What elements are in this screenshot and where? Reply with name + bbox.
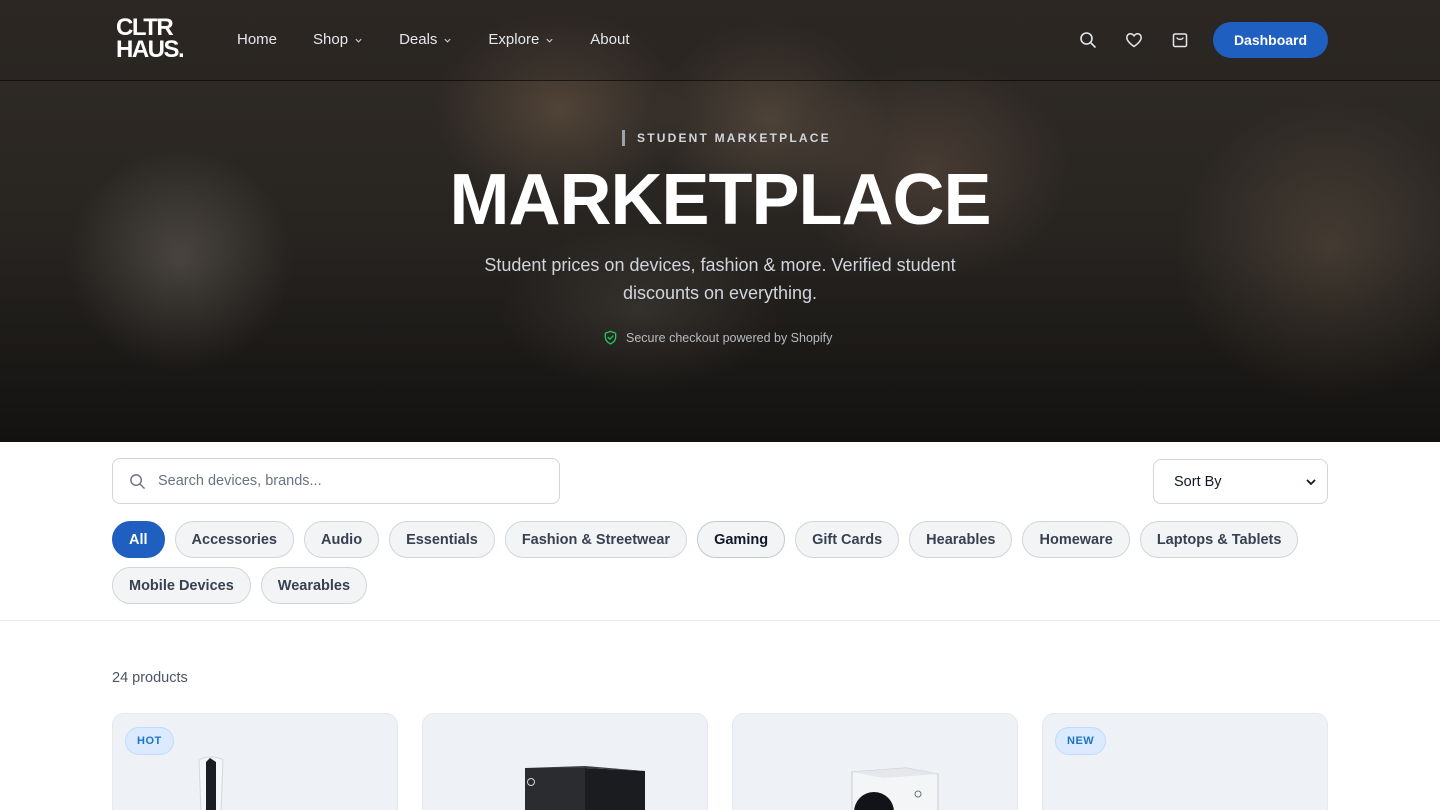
nav-link-home[interactable]: Home xyxy=(237,30,277,50)
nav-icon-group xyxy=(1078,30,1216,50)
category-chip-laptops-tablets[interactable]: Laptops & Tablets xyxy=(1139,521,1299,558)
nav-links: Home Shop Deals Explore About xyxy=(237,30,665,50)
category-chip-accessories[interactable]: Accessories xyxy=(174,521,294,558)
eyebrow-text: STUDENT MARKETPLACE xyxy=(637,131,831,145)
category-chip-all[interactable]: All xyxy=(112,521,165,558)
search-icon xyxy=(130,473,145,489)
eyebrow-accent-bar xyxy=(622,130,625,146)
nav-link-shop[interactable]: Shop xyxy=(313,30,363,50)
product-badge-new: NEW xyxy=(1055,727,1107,755)
chevron-down-icon xyxy=(1306,479,1316,485)
product-card[interactable]: NEW xyxy=(1042,713,1328,810)
product-card[interactable]: HOT xyxy=(112,713,398,810)
search-box[interactable] xyxy=(112,458,560,504)
nav-link-about[interactable]: About xyxy=(590,30,629,50)
nav-link-deals[interactable]: Deals xyxy=(399,30,452,50)
shield-check-icon xyxy=(604,330,617,345)
site-logo[interactable]: CLTR HAUS. xyxy=(116,16,200,63)
page-title: MARKETPLACE xyxy=(449,160,992,240)
hero-subtitle: Student prices on devices, fashion & mor… xyxy=(484,255,956,303)
secure-checkout-text: Secure checkout powered by Shopify xyxy=(626,330,833,345)
category-chip-gift-cards[interactable]: Gift Cards xyxy=(795,521,900,558)
category-chip-homeware[interactable]: Homeware xyxy=(1022,521,1130,558)
product-badge-hot: HOT xyxy=(125,727,174,755)
top-navigation: CLTR HAUS. Home Shop Deals Explore About xyxy=(0,0,1440,81)
category-chip-wearables[interactable]: Wearables xyxy=(260,567,368,604)
nav-link-label: Shop xyxy=(313,31,349,48)
category-chips: All Accessories Audio Essentials Fashion… xyxy=(112,521,1332,613)
product-card[interactable] xyxy=(732,713,1018,810)
category-chip-mobile-devices[interactable]: Mobile Devices xyxy=(112,567,251,604)
sort-select[interactable]: Sort By xyxy=(1153,459,1328,504)
nav-link-label: Deals xyxy=(399,31,438,48)
secure-checkout-note: Secure checkout powered by Shopify xyxy=(603,330,832,345)
hero-banner: CLTR HAUS. Home Shop Deals Explore About xyxy=(0,0,1440,442)
xbox-series-s-icon xyxy=(851,767,939,810)
playstation-console-icon xyxy=(198,756,224,810)
nav-link-label: Home xyxy=(237,31,278,48)
product-card[interactable] xyxy=(422,713,708,810)
shopping-bag-icon[interactable] xyxy=(1170,30,1190,50)
hero-eyebrow: STUDENT MARKETPLACE xyxy=(622,130,831,146)
category-chip-hearables[interactable]: Hearables xyxy=(909,521,1013,558)
category-chip-gaming[interactable]: Gaming xyxy=(697,521,786,558)
filter-bar: Sort By All Accessories Audio Essentials… xyxy=(0,442,1440,621)
sort-selected-value: Sort By xyxy=(1174,473,1222,490)
chevron-down-icon xyxy=(444,38,452,43)
chevron-down-icon xyxy=(355,38,362,43)
search-input[interactable] xyxy=(158,473,538,489)
category-chip-fashion-streetwear[interactable]: Fashion & Streetwear xyxy=(504,521,688,558)
logo-line-2: HAUS. xyxy=(116,36,185,63)
xbox-series-x-icon xyxy=(525,766,645,810)
chevron-down-icon xyxy=(546,38,553,43)
product-count: 24 products xyxy=(112,670,188,686)
nav-link-explore[interactable]: Explore xyxy=(488,30,554,50)
nav-link-label: Explore xyxy=(488,31,540,48)
category-chip-audio[interactable]: Audio xyxy=(303,521,380,558)
heart-icon[interactable] xyxy=(1124,30,1144,50)
search-icon[interactable] xyxy=(1078,30,1098,50)
dashboard-button[interactable]: Dashboard xyxy=(1213,22,1328,58)
nav-link-label: About xyxy=(590,31,630,48)
category-chip-essentials[interactable]: Essentials xyxy=(389,521,495,558)
